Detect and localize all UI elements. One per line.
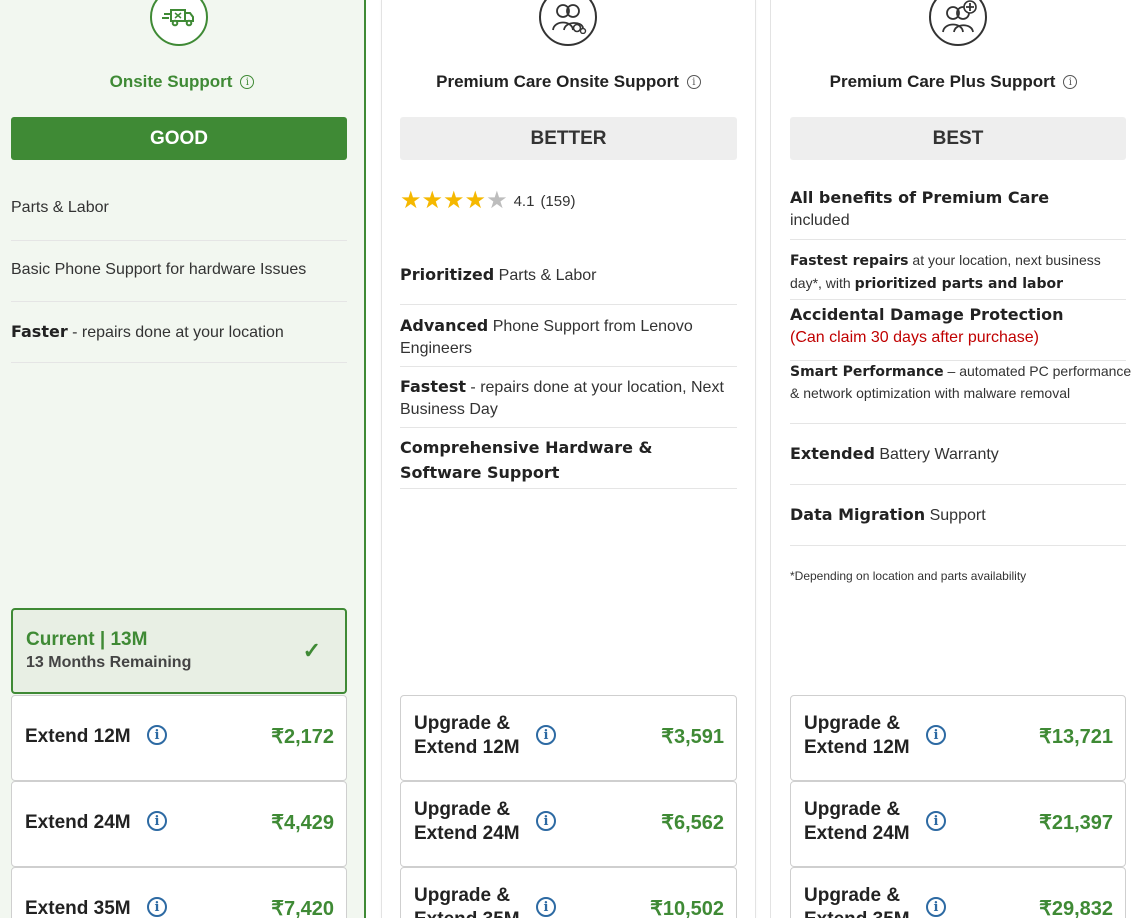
feature-item: Smart Performance – automated PC perform…: [790, 363, 1132, 401]
upgrade-extend-option-24m[interactable]: Upgrade & Extend 24M i ₹6,562: [400, 781, 737, 867]
footnote: *Depending on location and parts availab…: [790, 569, 1027, 583]
upgrade-extend-option-35m[interactable]: Upgrade &Extend 35M i ₹10,502: [400, 867, 737, 918]
star-icon: ★: [400, 187, 422, 214]
divider: [11, 362, 347, 363]
feature-item: All benefits of Premium Care included: [790, 188, 1050, 229]
option-price: ₹4,429: [271, 812, 334, 834]
checkmark-icon: ✓: [302, 638, 321, 663]
feature-item: Parts & Labor: [11, 199, 109, 216]
feature-item: Faster - repairs done at your location: [11, 322, 284, 341]
option-price: ₹2,172: [271, 726, 334, 748]
feature-item: Extended Battery Warranty: [790, 444, 999, 463]
option-price: ₹21,397: [1039, 812, 1113, 834]
truck-icon: [150, 0, 208, 46]
feature-item: Fastest - repairs done at your location,…: [400, 377, 724, 418]
divider: [400, 304, 737, 305]
option-price: ₹13,721: [1039, 726, 1113, 748]
option-price: ₹7,420: [271, 898, 334, 918]
divider: [400, 366, 737, 367]
feature-item: Basic Phone Support for hardware Issues: [11, 261, 307, 278]
tier-label-good: GOOD: [11, 117, 347, 160]
divider: [790, 423, 1126, 424]
divider: [11, 240, 347, 241]
info-icon[interactable]: i: [926, 811, 946, 831]
info-icon[interactable]: i: [147, 811, 167, 831]
feature-item: Fastest repairs at your location, next b…: [790, 252, 1101, 292]
info-icon[interactable]: i: [536, 897, 556, 917]
alert-note: (Can claim 30 days after purchase): [790, 329, 1039, 346]
tier-label-best: BEST: [790, 117, 1126, 160]
option-price: ₹6,562: [661, 812, 724, 834]
plan-title: Premium Care Onsite Support i: [382, 72, 755, 92]
plan-onsite-support: Onsite Support i GOOD Parts & Labor Basi…: [0, 0, 366, 918]
divider: [790, 299, 1126, 300]
feature-item: Comprehensive Hardware & Software Suppor…: [400, 438, 653, 482]
extend-option-12m[interactable]: Extend 12M i ₹2,172: [11, 695, 347, 781]
plan-title: Premium Care Plus Support i: [771, 72, 1136, 92]
info-icon[interactable]: i: [240, 75, 255, 89]
feature-item: Prioritized Parts & Labor: [400, 265, 597, 284]
divider: [790, 484, 1126, 485]
option-price: ₹29,832: [1039, 898, 1113, 918]
info-icon[interactable]: i: [147, 897, 167, 917]
info-icon[interactable]: i: [1063, 75, 1078, 89]
current-plan-remaining: 13 Months Remaining: [26, 654, 192, 671]
upgrade-extend-option-12m[interactable]: Upgrade & Extend 12M i ₹3,591: [400, 695, 737, 781]
current-plan-title: Current | 13M: [26, 629, 148, 650]
upgrade-extend-option-24m[interactable]: Upgrade & Extend 24M i ₹21,397: [790, 781, 1126, 867]
feature-item: Accidental Damage Protection (Can claim 3…: [790, 305, 1064, 346]
divider: [790, 545, 1126, 546]
feature-item: Advanced Phone Support from Lenovo Engin…: [400, 316, 693, 357]
divider: [400, 488, 737, 489]
option-price: ₹10,502: [650, 898, 724, 918]
star-empty-icon: ★: [486, 187, 508, 214]
info-icon[interactable]: i: [536, 725, 556, 745]
upgrade-extend-option-35m[interactable]: Upgrade &Extend 35M i ₹29,832: [790, 867, 1126, 918]
rating-value: 4.1: [513, 192, 535, 210]
divider: [11, 301, 347, 302]
rating[interactable]: ★ ★ ★ ★ ★ 4.1 (159): [400, 187, 576, 214]
info-icon[interactable]: i: [926, 897, 946, 917]
tier-label-better: BETTER: [400, 117, 737, 160]
plan-premium-care-onsite: Premium Care Onsite Support i BETTER ★ ★…: [381, 0, 756, 918]
people-gears-icon: [539, 0, 597, 46]
info-icon[interactable]: i: [147, 725, 167, 745]
plan-premium-care-plus: Premium Care Plus Support i BEST All ben…: [770, 0, 1136, 918]
star-icon: ★: [421, 187, 444, 214]
people-plus-icon: [929, 0, 987, 46]
divider: [790, 239, 1126, 240]
divider: [400, 427, 737, 428]
upgrade-extend-option-12m[interactable]: Upgrade & Extend 12M i ₹13,721: [790, 695, 1126, 781]
info-icon[interactable]: i: [926, 725, 946, 745]
rating-count: (159): [540, 192, 576, 210]
info-icon[interactable]: i: [536, 811, 556, 831]
extend-option-35m[interactable]: Extend 35M i ₹7,420: [11, 867, 347, 918]
feature-item: Data Migration Support: [790, 505, 986, 524]
current-plan-card[interactable]: Current | 13M 13 Months Remaining ✓: [11, 608, 347, 694]
star-icon: ★: [443, 187, 465, 214]
option-price: ₹3,591: [661, 726, 724, 748]
extend-option-24m[interactable]: Extend 24M i ₹4,429: [11, 781, 347, 867]
star-icon: ★: [464, 187, 487, 214]
plan-title: Onsite Support i: [0, 72, 364, 92]
info-icon[interactable]: i: [686, 75, 701, 89]
